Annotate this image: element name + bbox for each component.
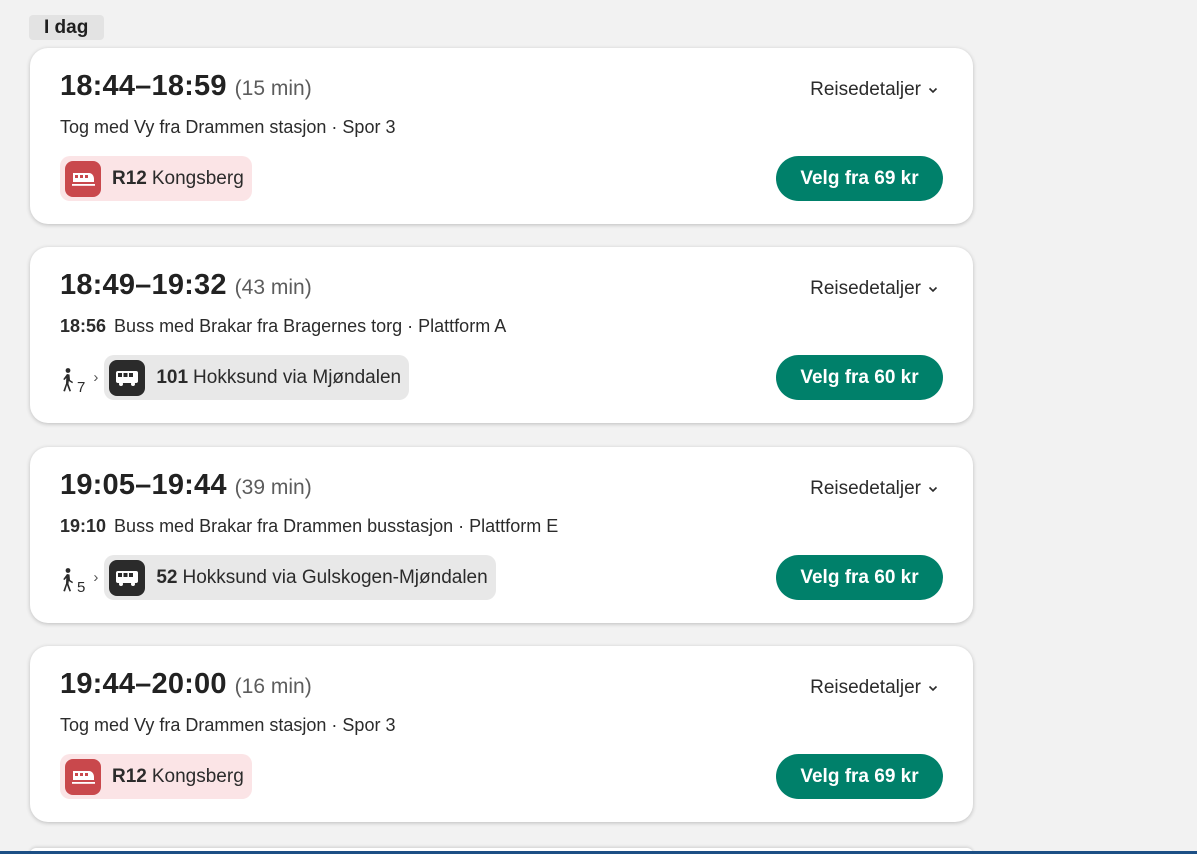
trip-legs: 7 › 101 Hokksund via Mjøndalen: [60, 355, 410, 400]
trip-card[interactable]: 19:44–20:00 (16 min) Reisedetaljer Tog m…: [30, 646, 973, 822]
line-chip: R12 Kongsberg: [60, 754, 252, 799]
trip-time-row: 18:49–19:32 (43 min): [60, 269, 312, 302]
trip-details-toggle[interactable]: Reisedetaljer: [810, 278, 939, 300]
train-icon: [65, 758, 101, 795]
trip-time-range: 18:49–19:32: [60, 269, 227, 301]
line-destination: Kongsberg: [151, 765, 244, 787]
trip-details-label: Reisedetaljer: [810, 677, 921, 698]
walk-minutes: 5: [77, 578, 86, 596]
trip-description-text: Tog med Vy fra Drammen stasjon · Spor 3: [60, 117, 396, 137]
trip-time-row: 18:44–18:59 (15 min): [60, 70, 312, 103]
trip-duration: (16 min): [234, 675, 312, 698]
trip-time-row: 19:44–20:00 (16 min): [60, 668, 312, 701]
trip-time-range: 18:44–18:59: [60, 70, 227, 102]
line-chip: R12 Kongsberg: [60, 156, 252, 201]
line-destination: Hokksund via Gulskogen-Mjøndalen: [182, 566, 488, 588]
trip-legs: 5 › 52 Hokksund via Gulskogen-Mjøndalen: [60, 555, 496, 600]
trip-duration: (43 min): [234, 276, 312, 299]
chevron-right-icon: ›: [93, 569, 99, 586]
trip-card[interactable]: 18:44–18:59 (15 min) Reisedetaljer Tog m…: [30, 48, 973, 224]
trip-description-text: Buss med Brakar fra Drammen busstasjon ·…: [114, 516, 559, 536]
walk-leg: 7: [60, 363, 86, 396]
walking-person-icon: [63, 367, 73, 391]
line-destination: Kongsberg: [151, 167, 244, 189]
select-price-button[interactable]: Velg fra 60 kr: [776, 555, 943, 600]
line-chip: 101 Hokksund via Mjøndalen: [104, 355, 410, 400]
trip-description-text: Buss med Brakar fra Bragernes torg · Pla…: [114, 316, 507, 336]
line-chip: 52 Hokksund via Gulskogen-Mjøndalen: [104, 555, 496, 600]
trip-details-toggle[interactable]: Reisedetaljer: [810, 79, 939, 101]
line-number: 52: [156, 566, 178, 588]
trip-duration: (15 min): [234, 77, 312, 100]
select-price-button[interactable]: Velg fra 69 kr: [776, 754, 943, 799]
line-number: R12: [112, 765, 147, 787]
chevron-down-icon: [928, 87, 938, 94]
line-destination: Hokksund via Mjøndalen: [193, 366, 402, 388]
departure-time: 18:56: [60, 316, 107, 336]
trip-details-label: Reisedetaljer: [810, 278, 921, 299]
trip-description: 19:10 Buss med Brakar fra Drammen busstas…: [60, 516, 558, 537]
trip-card[interactable]: 19:05–19:44 (39 min) Reisedetaljer 19:10…: [30, 447, 973, 623]
bus-icon: [109, 359, 146, 396]
walking-person-icon: [63, 567, 73, 591]
trip-legs: R12 Kongsberg: [60, 754, 252, 799]
day-header-badge: I dag: [29, 15, 104, 40]
trip-description: Tog med Vy fra Drammen stasjon · Spor 3: [60, 715, 395, 736]
line-number: R12: [112, 167, 147, 189]
line-number: 101: [156, 366, 189, 388]
select-price-button[interactable]: Velg fra 60 kr: [776, 355, 943, 400]
trip-description: 18:56 Buss med Brakar fra Bragernes torg …: [60, 316, 506, 337]
chevron-down-icon: [928, 685, 938, 692]
trip-details-label: Reisedetaljer: [810, 478, 921, 499]
trip-description: Tog med Vy fra Drammen stasjon · Spor 3: [60, 117, 395, 138]
trip-details-toggle[interactable]: Reisedetaljer: [810, 478, 939, 500]
select-price-button[interactable]: Velg fra 69 kr: [776, 156, 943, 201]
chevron-down-icon: [928, 486, 938, 493]
trip-time-range: 19:44–20:00: [60, 668, 227, 700]
trip-details-toggle[interactable]: Reisedetaljer: [810, 677, 939, 699]
trip-duration: (39 min): [234, 476, 312, 499]
chevron-right-icon: ›: [93, 369, 99, 386]
trip-legs: R12 Kongsberg: [60, 156, 252, 201]
trip-time-range: 19:05–19:44: [60, 469, 227, 501]
trip-card[interactable]: 18:49–19:32 (43 min) Reisedetaljer 18:56…: [30, 247, 973, 423]
trip-time-row: 19:05–19:44 (39 min): [60, 469, 312, 502]
chevron-down-icon: [928, 286, 938, 293]
bus-icon: [109, 559, 146, 596]
walk-minutes: 7: [77, 378, 86, 396]
walk-leg: 5: [60, 563, 86, 596]
trip-details-label: Reisedetaljer: [810, 79, 921, 100]
departure-time: 19:10: [60, 516, 107, 536]
train-icon: [65, 160, 101, 197]
trip-description-text: Tog med Vy fra Drammen stasjon · Spor 3: [60, 715, 396, 735]
